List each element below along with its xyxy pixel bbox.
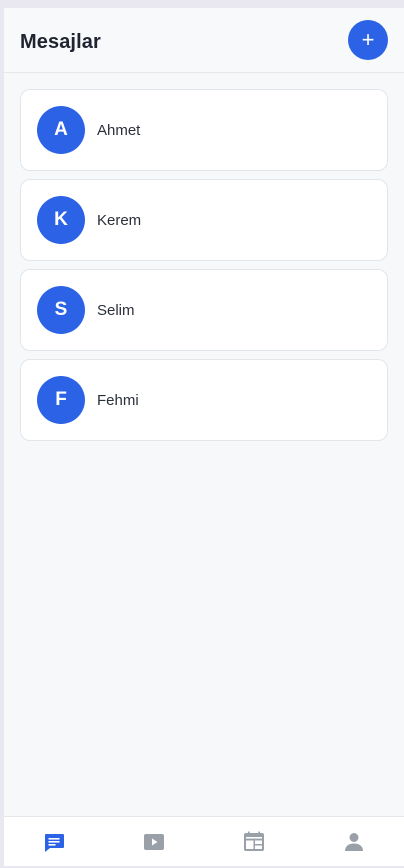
video-icon: [144, 833, 164, 850]
person-icon: [345, 832, 363, 851]
page-title: Mesajlar: [20, 31, 101, 53]
bottom-tab-bar: [4, 816, 404, 866]
conversation-item[interactable]: K Kerem: [20, 179, 388, 261]
conversation-item[interactable]: S Selim: [20, 269, 388, 351]
contact-name: Fehmi: [97, 391, 139, 409]
contact-name: Kerem: [97, 211, 142, 229]
header: Mesajlar +: [4, 8, 404, 73]
tab-calendar[interactable]: [204, 817, 304, 866]
conversation-item[interactable]: F Fehmi: [20, 359, 388, 441]
tab-messages[interactable]: [4, 817, 104, 866]
avatar: A: [37, 106, 85, 154]
app-frame: Mesajlar + A Ahmet K Kerem S Selim F Feh…: [4, 8, 404, 866]
calendar-icon: [244, 831, 264, 851]
contact-name: Selim: [97, 301, 135, 319]
avatar: S: [37, 286, 85, 334]
contact-name: Ahmet: [97, 121, 141, 139]
chat-icon: [45, 833, 64, 852]
conversation-item[interactable]: A Ahmet: [20, 89, 388, 171]
conversation-list: A Ahmet K Kerem S Selim F Fehmi: [20, 89, 388, 449]
new-message-button[interactable]: +: [348, 20, 388, 60]
tab-videos[interactable]: [104, 817, 204, 866]
tab-profile[interactable]: [304, 817, 404, 866]
avatar: F: [37, 376, 85, 424]
avatar: K: [37, 196, 85, 244]
